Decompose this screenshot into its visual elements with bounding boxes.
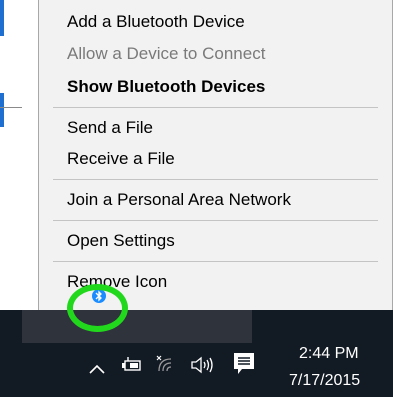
menu-item-add-bluetooth-device[interactable]: Add a Bluetooth Device: [67, 12, 245, 32]
chevron-up-icon[interactable]: [88, 360, 106, 380]
background-divider: [0, 107, 22, 108]
bluetooth-context-menu: Add a Bluetooth Device Allow a Device to…: [38, 0, 393, 310]
menu-separator: [53, 261, 378, 262]
action-center-icon[interactable]: [232, 351, 256, 382]
menu-item-allow-device-connect: Allow a Device to Connect: [67, 44, 266, 63]
highlight-circle: [67, 284, 128, 332]
tray-overflow-panel: [22, 310, 252, 343]
menu-item-show-bluetooth-devices[interactable]: Show Bluetooth Devices: [67, 77, 265, 97]
clock-time[interactable]: 2:44 PM: [299, 345, 359, 363]
menu-separator: [53, 220, 378, 221]
menu-item-join-pan[interactable]: Join a Personal Area Network: [67, 190, 291, 210]
clock-date[interactable]: 7/17/2015: [289, 372, 360, 390]
wifi-icon[interactable]: [156, 352, 178, 379]
volume-icon[interactable]: [190, 356, 216, 379]
menu-item-open-settings[interactable]: Open Settings: [67, 231, 175, 251]
background-accent-strip: [0, 93, 4, 127]
menu-separator: [53, 179, 378, 180]
menu-separator: [53, 107, 378, 108]
background-accent-strip: [0, 0, 4, 36]
menu-item-send-file[interactable]: Send a File: [67, 118, 153, 138]
battery-icon[interactable]: [122, 356, 144, 379]
menu-item-receive-file[interactable]: Receive a File: [67, 149, 175, 169]
